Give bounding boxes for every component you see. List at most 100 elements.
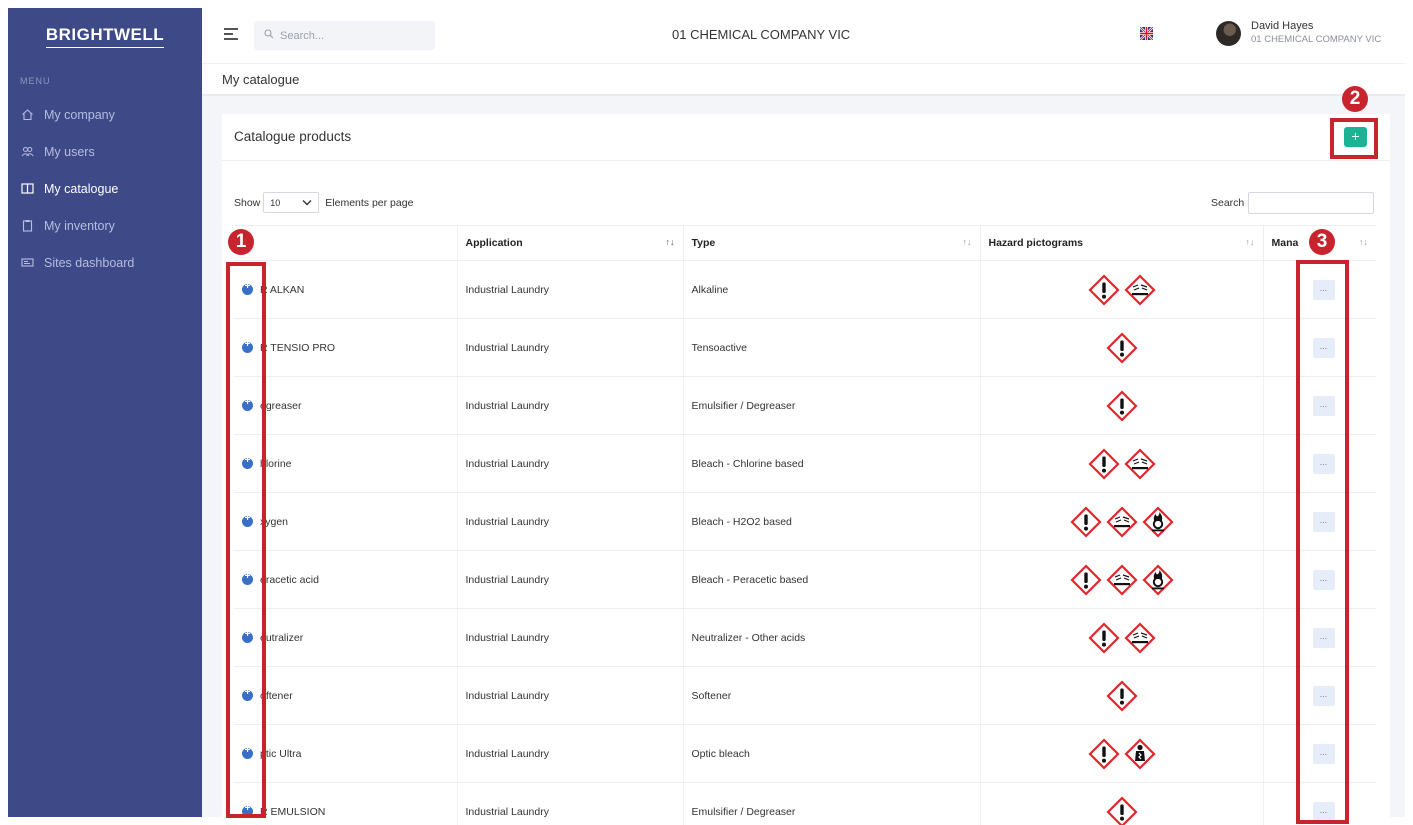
type-cell: Tensoactive [683,318,981,377]
type-cell: Bleach - Peracetic based [683,550,981,609]
column-header-application[interactable]: Application ↑↓ [457,225,684,261]
show-label: Show [234,196,261,209]
hazard-cell [980,434,1264,493]
sidebar-item-my-inventory[interactable]: My inventory [8,207,202,244]
hazard-cell [980,666,1264,725]
menu-label: MENU [20,76,51,86]
table-row: eracetic acid Industrial Laundry Bleach … [234,550,1376,609]
table-search-input[interactable] [1248,192,1375,214]
exclamation-hazard-icon [1105,389,1138,422]
type-cell: Emulsifier / Degreaser [683,782,981,825]
page-size-select[interactable]: 10 [263,192,320,213]
company-title: 01 CHEMICAL COMPANY VIC [672,27,851,42]
table-row: eutralizer Industrial Laundry Neutralize… [234,608,1376,667]
table-row: xygen Industrial Laundry Bleach - H2O2 b… [234,492,1376,551]
hazard-cell [980,608,1264,667]
home-icon [20,108,34,122]
oxidizer-hazard-icon [1141,563,1174,596]
type-cell: Bleach - H2O2 based [683,492,981,551]
product-name: eutralizer [260,631,304,644]
exclamation-hazard-icon [1105,795,1138,825]
page-size-value: 10 [270,197,281,208]
annotation-badge-3: 3 [1309,229,1335,255]
search-icon [264,29,274,42]
name-cell: xygen [234,492,458,551]
product-name: ptic Ultra [260,747,302,760]
health-hazard-icon [1123,737,1156,770]
page-size-control: Show 10 Elements per page [234,192,413,213]
hazard-cell [980,724,1264,783]
application-cell: Industrial Laundry [457,318,684,377]
exclamation-hazard-icon [1069,563,1102,596]
type-cell: Bleach - Chlorine based [683,434,981,493]
sidebar-item-label: Sites dashboard [44,255,135,270]
hazard-cell [980,550,1264,609]
user-company: 01 CHEMICAL COMPANY VIC [1251,34,1382,45]
product-name: R ALKAN [260,283,305,296]
brand-logo[interactable]: BRIGHTWELL [8,8,202,64]
dashboard-icon [20,256,34,270]
exclamation-hazard-icon [1087,621,1120,654]
sidebar-item-my-users[interactable]: My users [8,133,202,170]
table-header-row: ne Application ↑↓ Type ↑↓ Hazard pictogram… [234,225,1376,261]
brand-text: BRIGHTWELL [45,25,165,48]
name-cell: ptic Ultra [234,724,458,783]
sort-icon: ↑↓ [1245,237,1255,247]
column-header-name[interactable]: ne [234,225,458,261]
sidebar-item-label: My users [44,144,95,159]
name-cell: R EMULSION [234,782,458,825]
page-title: My catalogue [222,72,300,87]
sort-icon: ↑↓ [1359,237,1368,247]
sidebar: BRIGHTWELL MENU My company My users My c… [8,8,202,817]
table-row: R TENSIO PRO Industrial Laundry Tensoact… [234,318,1376,377]
application-cell: Industrial Laundry [457,782,684,825]
hazard-cell [980,260,1264,319]
corrosive-hazard-icon [1123,273,1156,306]
highlight-add-button [1330,118,1378,159]
card-title: Catalogue products [234,129,352,144]
uk-flag-icon[interactable] [1139,26,1154,41]
table-row: ptic Ultra Industrial Laundry Optic blea… [234,724,1376,783]
exclamation-hazard-icon [1087,737,1120,770]
application-cell: Industrial Laundry [457,260,684,319]
corrosive-hazard-icon [1123,621,1156,654]
column-header-label: Mana [1271,237,1299,249]
corrosive-hazard-icon [1123,447,1156,480]
exclamation-hazard-icon [1087,273,1120,306]
sidebar-item-label: My catalogue [44,181,119,196]
search-placeholder: Search... [280,29,325,42]
column-header-type[interactable]: Type ↑↓ [683,225,981,261]
application-cell: Industrial Laundry [457,434,684,493]
avatar [1216,20,1241,46]
book-icon [20,182,34,196]
column-header-label: Type [691,237,716,249]
table-search-label: Search [1211,197,1245,209]
table-row: egreaser Industrial Laundry Emulsifier /… [234,376,1376,435]
chevron-down-icon [302,198,312,208]
name-cell: oftener [234,666,458,725]
application-cell: Industrial Laundry [457,608,684,667]
product-name: egreaser [260,399,302,412]
table-search: Search [1211,192,1375,214]
sidebar-item-my-company[interactable]: My company [8,96,202,133]
global-search-input[interactable]: Search... [254,21,435,50]
table-row: oftener Industrial Laundry Softener ... [234,666,1376,725]
hazard-cell [980,376,1264,435]
column-header-hazard-pictograms[interactable]: Hazard pictograms ↑↓ [980,225,1264,261]
sidebar-item-my-catalogue[interactable]: My catalogue [8,170,202,207]
sort-icon: ↑↓ [665,237,675,247]
clipboard-icon [20,219,34,233]
top-bar: Search... 01 CHEMICAL COMPANY VIC David … [202,8,1405,64]
hazard-cell [980,492,1264,551]
type-cell: Optic bleach [683,724,981,783]
sidebar-item-label: My inventory [44,218,115,233]
column-header-label: Hazard pictograms [988,237,1084,249]
product-name: R EMULSION [260,805,326,818]
products-table: ne Application ↑↓ Type ↑↓ Hazard pictogram… [234,225,1376,825]
hamburger-menu-icon[interactable] [224,28,238,43]
user-menu[interactable]: David Hayes 01 CHEMICAL COMPANY VIC [1216,20,1381,46]
type-cell: Neutralizer - Other acids [683,608,981,667]
type-cell: Emulsifier / Degreaser [683,376,981,435]
sidebar-item-sites-dashboard[interactable]: Sites dashboard [8,244,202,281]
type-cell: Alkaline [683,260,981,319]
